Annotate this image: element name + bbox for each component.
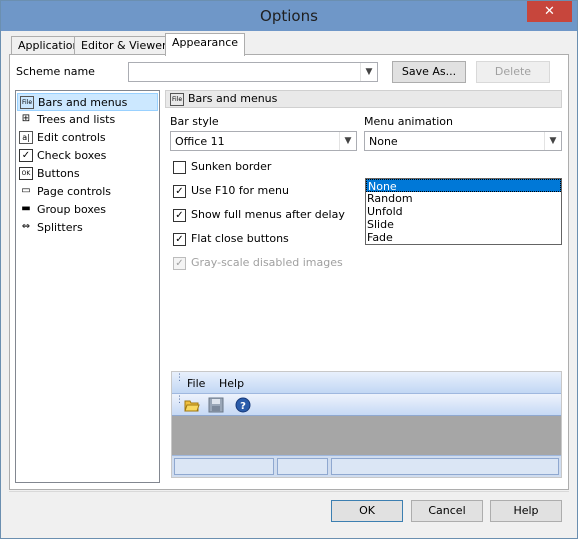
chevron-down-icon[interactable]: ▼ — [360, 63, 377, 81]
tab-appearance[interactable]: Appearance — [165, 33, 246, 56]
edit-control-icon: a| — [19, 131, 33, 144]
page-control-icon: ▭ — [21, 185, 31, 196]
window-title: Options — [260, 7, 318, 25]
sidebar-item-buttons[interactable]: OK Buttons — [17, 165, 158, 183]
sidebar-item-edit-controls[interactable]: a| Edit controls — [17, 129, 158, 147]
menu-animation-label: Menu animation — [364, 115, 453, 128]
preview-toolbar: ⋮ ? — [172, 394, 561, 416]
show-full-menus-checkbox[interactable]: ✓ Show full menus after delay — [173, 208, 345, 224]
bar-style-value: Office 11 — [175, 135, 225, 148]
group-box-icon: ▬ — [21, 203, 31, 214]
bar-style-label: Bar style — [170, 115, 219, 128]
gray-scale-images-checkbox: ✓ Gray-scale disabled images — [173, 256, 343, 272]
preview-menu-help[interactable]: Help — [219, 377, 244, 390]
splitter-icon: ⇔ — [21, 221, 31, 232]
sidebar-item-label: Edit controls — [37, 131, 106, 144]
options-window: Options ✕ Application Editor & Viewers A… — [0, 0, 578, 539]
tree-icon: ⊞ — [21, 113, 31, 124]
sidebar-item-label: Page controls — [37, 185, 111, 198]
tab-bar: Application Editor & Viewers Appearance — [9, 33, 569, 56]
delete-button[interactable]: Delete — [476, 61, 550, 83]
preview-menu-bar: ⋮ File Help — [172, 372, 561, 394]
ok-button[interactable]: OK — [331, 500, 403, 522]
grip-icon: ⋮ — [175, 395, 184, 405]
help-button[interactable]: Help — [490, 500, 562, 522]
dropdown-option-slide[interactable]: Slide — [366, 218, 561, 231]
sidebar-item-label: Bars and menus — [38, 96, 128, 109]
checkbox-icon: ✓ — [19, 149, 33, 162]
preview-status-bar — [172, 455, 561, 477]
settings-panel: File Bars and menus Bar style Office 11 … — [165, 90, 562, 483]
panel-title: Bars and menus — [188, 92, 278, 105]
scheme-name-combo[interactable]: ▼ — [128, 62, 378, 82]
bars-preview: ⋮ File Help ⋮ ? — [171, 371, 562, 478]
dropdown-option-none[interactable]: None — [366, 179, 561, 193]
dropdown-option-unfold[interactable]: Unfold — [366, 205, 561, 218]
file-menu-icon: File — [170, 93, 184, 106]
close-button[interactable]: ✕ — [527, 1, 572, 22]
checkbox-box[interactable] — [173, 161, 186, 174]
sidebar-item-group-boxes[interactable]: ▬ Group boxes — [17, 201, 158, 219]
scheme-name-label: Scheme name — [16, 65, 95, 78]
sidebar-item-label: Group boxes — [37, 203, 107, 216]
sidebar-item-page-controls[interactable]: ▭ Page controls — [17, 183, 158, 201]
appearance-tab-panel: Scheme name ▼ Save As... Delete File Bar… — [9, 54, 569, 490]
check-mark-icon[interactable]: ✓ — [173, 233, 186, 246]
sidebar-item-label: Splitters — [37, 221, 83, 234]
flat-close-buttons-checkbox[interactable]: ✓ Flat close buttons — [173, 232, 289, 248]
checkbox-label: Gray-scale disabled images — [191, 256, 343, 269]
menu-animation-value: None — [369, 135, 398, 148]
help-icon[interactable]: ? — [235, 397, 251, 413]
check-mark-icon[interactable]: ✓ — [173, 185, 186, 198]
check-mark-icon: ✓ — [173, 257, 186, 270]
sidebar-item-label: Trees and lists — [37, 113, 116, 126]
chevron-down-icon[interactable]: ▼ — [544, 132, 561, 150]
status-panel — [331, 458, 559, 475]
sunken-border-checkbox[interactable]: Sunken border — [173, 160, 271, 176]
svg-text:?: ? — [240, 401, 246, 412]
dropdown-option-random[interactable]: Random — [366, 192, 561, 205]
use-f10-checkbox[interactable]: ✓ Use F10 for menu — [173, 184, 289, 200]
dialog-client: Application Editor & Viewers Appearance … — [9, 31, 569, 532]
checkbox-label: Use F10 for menu — [191, 184, 289, 197]
category-list: File Bars and menus ⊞ Trees and lists a|… — [15, 90, 160, 483]
sidebar-item-splitters[interactable]: ⇔ Splitters — [17, 219, 158, 237]
tab-editor-viewers[interactable]: Editor & Viewers — [74, 36, 180, 55]
sidebar-item-trees-and-lists[interactable]: ⊞ Trees and lists — [17, 111, 158, 129]
menu-animation-select[interactable]: None ▼ — [364, 131, 562, 151]
save-icon — [208, 397, 224, 413]
dropdown-option-fade[interactable]: Fade — [366, 231, 561, 244]
cancel-button[interactable]: Cancel — [411, 500, 483, 522]
open-folder-icon[interactable] — [184, 397, 200, 413]
sidebar-item-label: Check boxes — [37, 149, 107, 162]
sidebar-item-bars-and-menus[interactable]: File Bars and menus — [17, 93, 158, 111]
title-bar: Options ✕ — [1, 1, 577, 31]
checkbox-label: Flat close buttons — [191, 232, 289, 245]
bar-style-select[interactable]: Office 11 ▼ — [170, 131, 357, 151]
panel-header: File Bars and menus — [165, 90, 562, 108]
check-mark-icon[interactable]: ✓ — [173, 209, 186, 222]
button-icon: OK — [19, 167, 33, 180]
preview-menu-file[interactable]: File — [187, 377, 205, 390]
sidebar-item-label: Buttons — [37, 167, 80, 180]
status-panel — [174, 458, 274, 475]
sidebar-item-check-boxes[interactable]: ✓ Check boxes — [17, 147, 158, 165]
file-menu-icon: File — [20, 96, 34, 109]
grip-icon: ⋮ — [175, 373, 184, 383]
menu-animation-dropdown: None Random Unfold Slide Fade — [365, 178, 562, 245]
checkbox-label: Sunken border — [191, 160, 272, 173]
save-as-button[interactable]: Save As... — [392, 61, 466, 83]
divider — [9, 491, 569, 492]
checkbox-label: Show full menus after delay — [191, 208, 345, 221]
chevron-down-icon[interactable]: ▼ — [339, 132, 356, 150]
status-panel — [277, 458, 328, 475]
